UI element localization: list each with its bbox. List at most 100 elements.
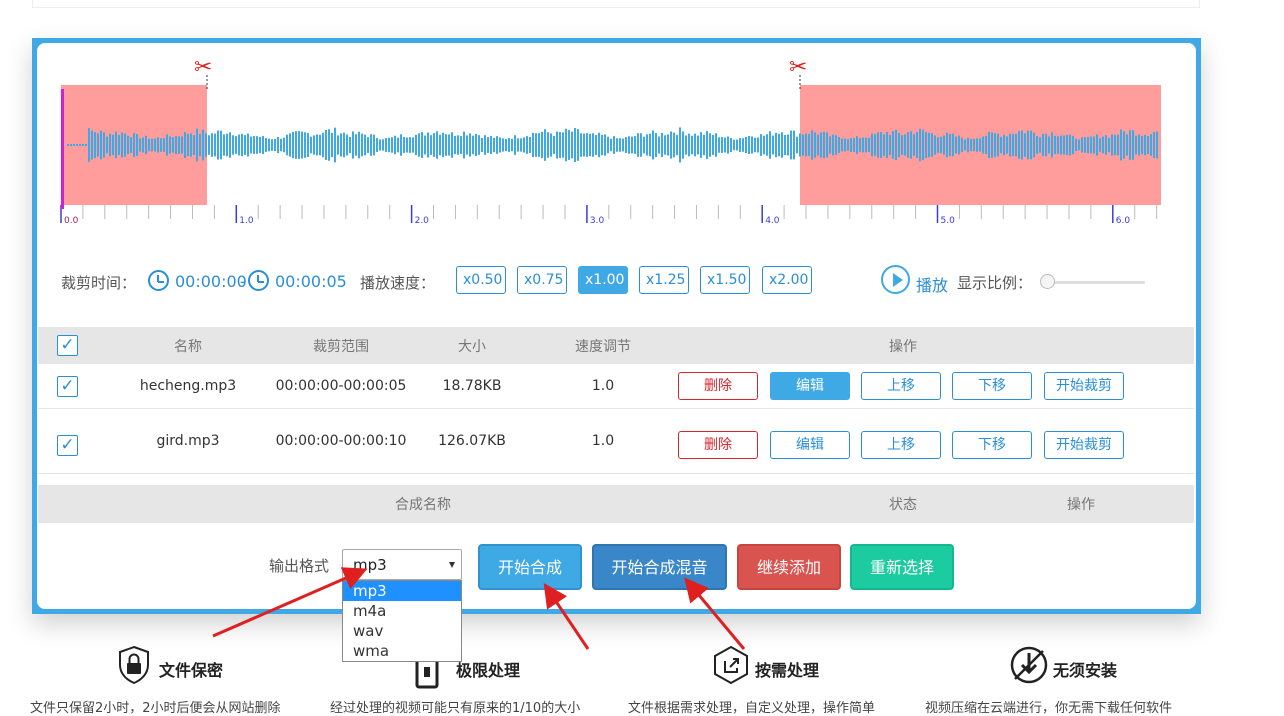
waveform-bar — [220, 130, 222, 160]
waveform-bar — [961, 137, 963, 153]
waveform-bar — [115, 131, 117, 159]
waveform-bar — [385, 138, 387, 152]
waveform-bar — [823, 131, 825, 159]
waveform-bar — [859, 138, 861, 152]
waveform-bar — [637, 133, 639, 157]
waveform-bar — [832, 134, 834, 156]
speed-button-200[interactable]: x2.00 — [762, 266, 812, 294]
start-trim-button[interactable]: 开始裁剪 — [1044, 372, 1124, 400]
waveform-bar — [1087, 136, 1089, 154]
waveform-bar — [631, 136, 633, 154]
ruler-label: 6.0 — [1116, 216, 1131, 226]
zoom-slider-track[interactable] — [1041, 281, 1145, 284]
start-mix-button[interactable]: 开始合成混音 — [592, 544, 727, 590]
delete-button[interactable]: 删除 — [678, 372, 758, 400]
row-checkbox[interactable]: ✓ — [57, 376, 78, 397]
move-down-button[interactable]: 下移 — [952, 372, 1032, 400]
trim-end-time[interactable]: 00:00:05 — [275, 272, 347, 291]
format-option-m4a[interactable]: m4a — [343, 601, 461, 621]
playhead[interactable] — [61, 89, 64, 209]
speed-button-050[interactable]: x0.50 — [456, 266, 506, 294]
waveform-bar — [931, 133, 933, 157]
waveform-bar — [514, 135, 516, 155]
lock-icon — [119, 645, 149, 685]
waveform-bar — [1036, 136, 1038, 154]
waveform-bar — [1033, 132, 1035, 158]
delete-button[interactable]: 删除 — [678, 431, 758, 459]
format-option-mp3[interactable]: mp3 — [343, 581, 461, 601]
waveform-bar — [763, 135, 765, 155]
waveform-bar — [190, 133, 192, 157]
waveform-bar — [568, 130, 570, 160]
edit-button[interactable]: 编辑 — [770, 372, 850, 400]
waveform-bar — [1015, 133, 1017, 157]
waveform-bar — [793, 130, 795, 160]
waveform-bar — [862, 137, 864, 153]
continue-add-button[interactable]: 继续添加 — [737, 544, 841, 590]
waveform-bar — [769, 131, 771, 159]
move-up-button[interactable]: 上移 — [861, 431, 941, 459]
waveform-bar — [547, 132, 549, 158]
play-button[interactable]: 播放 — [916, 272, 948, 296]
speed-button-150[interactable]: x1.50 — [700, 266, 750, 294]
waveform-bar — [658, 136, 660, 154]
format-option-wav[interactable]: wav — [343, 621, 461, 641]
start-trim-button[interactable]: 开始裁剪 — [1044, 431, 1124, 459]
waveform-bar — [907, 132, 909, 158]
zoom-slider-handle[interactable] — [1040, 274, 1055, 289]
waveform-bar — [1096, 134, 1098, 156]
waveform-bar — [604, 134, 606, 156]
waveform-bar — [670, 131, 672, 159]
waveform-bar — [625, 137, 627, 153]
feature-item: 无须安装 — [1009, 645, 1129, 689]
row-checkbox[interactable]: ✓ — [57, 435, 78, 456]
format-dropdown-list[interactable]: mp3 m4a wav wma — [342, 580, 462, 662]
waveform-bar — [1147, 135, 1149, 155]
waveform-bar — [361, 133, 363, 157]
speed-button-100[interactable]: x1.00 — [578, 266, 628, 294]
feature-item: 按需处理 — [712, 645, 832, 689]
speed-button-125[interactable]: x1.25 — [639, 266, 689, 294]
waveform-bar — [442, 132, 444, 158]
speed-button-075[interactable]: x0.75 — [517, 266, 567, 294]
selected-format: mp3 — [353, 556, 387, 574]
ruler-label: 0.0 — [64, 216, 79, 226]
clock-icon[interactable] — [148, 270, 169, 291]
waveform-bar — [253, 136, 255, 154]
scissors-icon[interactable]: ✂ — [194, 57, 212, 79]
waveform-bar — [613, 136, 615, 154]
edit-button[interactable]: 编辑 — [770, 431, 850, 459]
mix-table-header: 合成名称 状态 操作 — [38, 485, 1194, 523]
waveform-bar — [652, 130, 654, 160]
waveform-bar — [172, 137, 174, 153]
play-icon[interactable] — [881, 265, 910, 294]
waveform-bar — [157, 137, 159, 153]
trim-start-time[interactable]: 00:00:00 — [175, 272, 247, 291]
waveform-bar — [781, 132, 783, 158]
scissors-icon[interactable]: ✂ — [789, 57, 807, 79]
move-down-button[interactable]: 下移 — [952, 431, 1032, 459]
waveform-bar — [130, 137, 132, 153]
waveform-bar — [295, 131, 297, 159]
waveform-bar — [748, 135, 750, 155]
waveform-bar — [1105, 135, 1107, 155]
format-option-wma[interactable]: wma — [343, 641, 461, 661]
waveform-bar — [73, 144, 75, 146]
waveform-bar — [601, 134, 603, 156]
waveform-bar — [553, 135, 555, 155]
waveform-bar — [298, 131, 300, 159]
waveform-bar — [487, 137, 489, 153]
waveform-bar — [1126, 134, 1128, 156]
reselect-button[interactable]: 重新选择 — [850, 544, 954, 590]
waveform-bar — [139, 138, 141, 152]
move-up-button[interactable]: 上移 — [861, 372, 941, 400]
waveform-bar — [595, 135, 597, 155]
start-merge-button[interactable]: 开始合成 — [478, 544, 582, 590]
clock-icon[interactable] — [248, 270, 269, 291]
waveform-bar — [520, 138, 522, 152]
select-all-checkbox[interactable]: ✓ — [57, 335, 78, 356]
waveform-bar — [406, 137, 408, 153]
waveform-bar — [682, 131, 684, 159]
output-format-select[interactable]: mp3 — [342, 549, 462, 580]
waveform-bar — [286, 134, 288, 156]
